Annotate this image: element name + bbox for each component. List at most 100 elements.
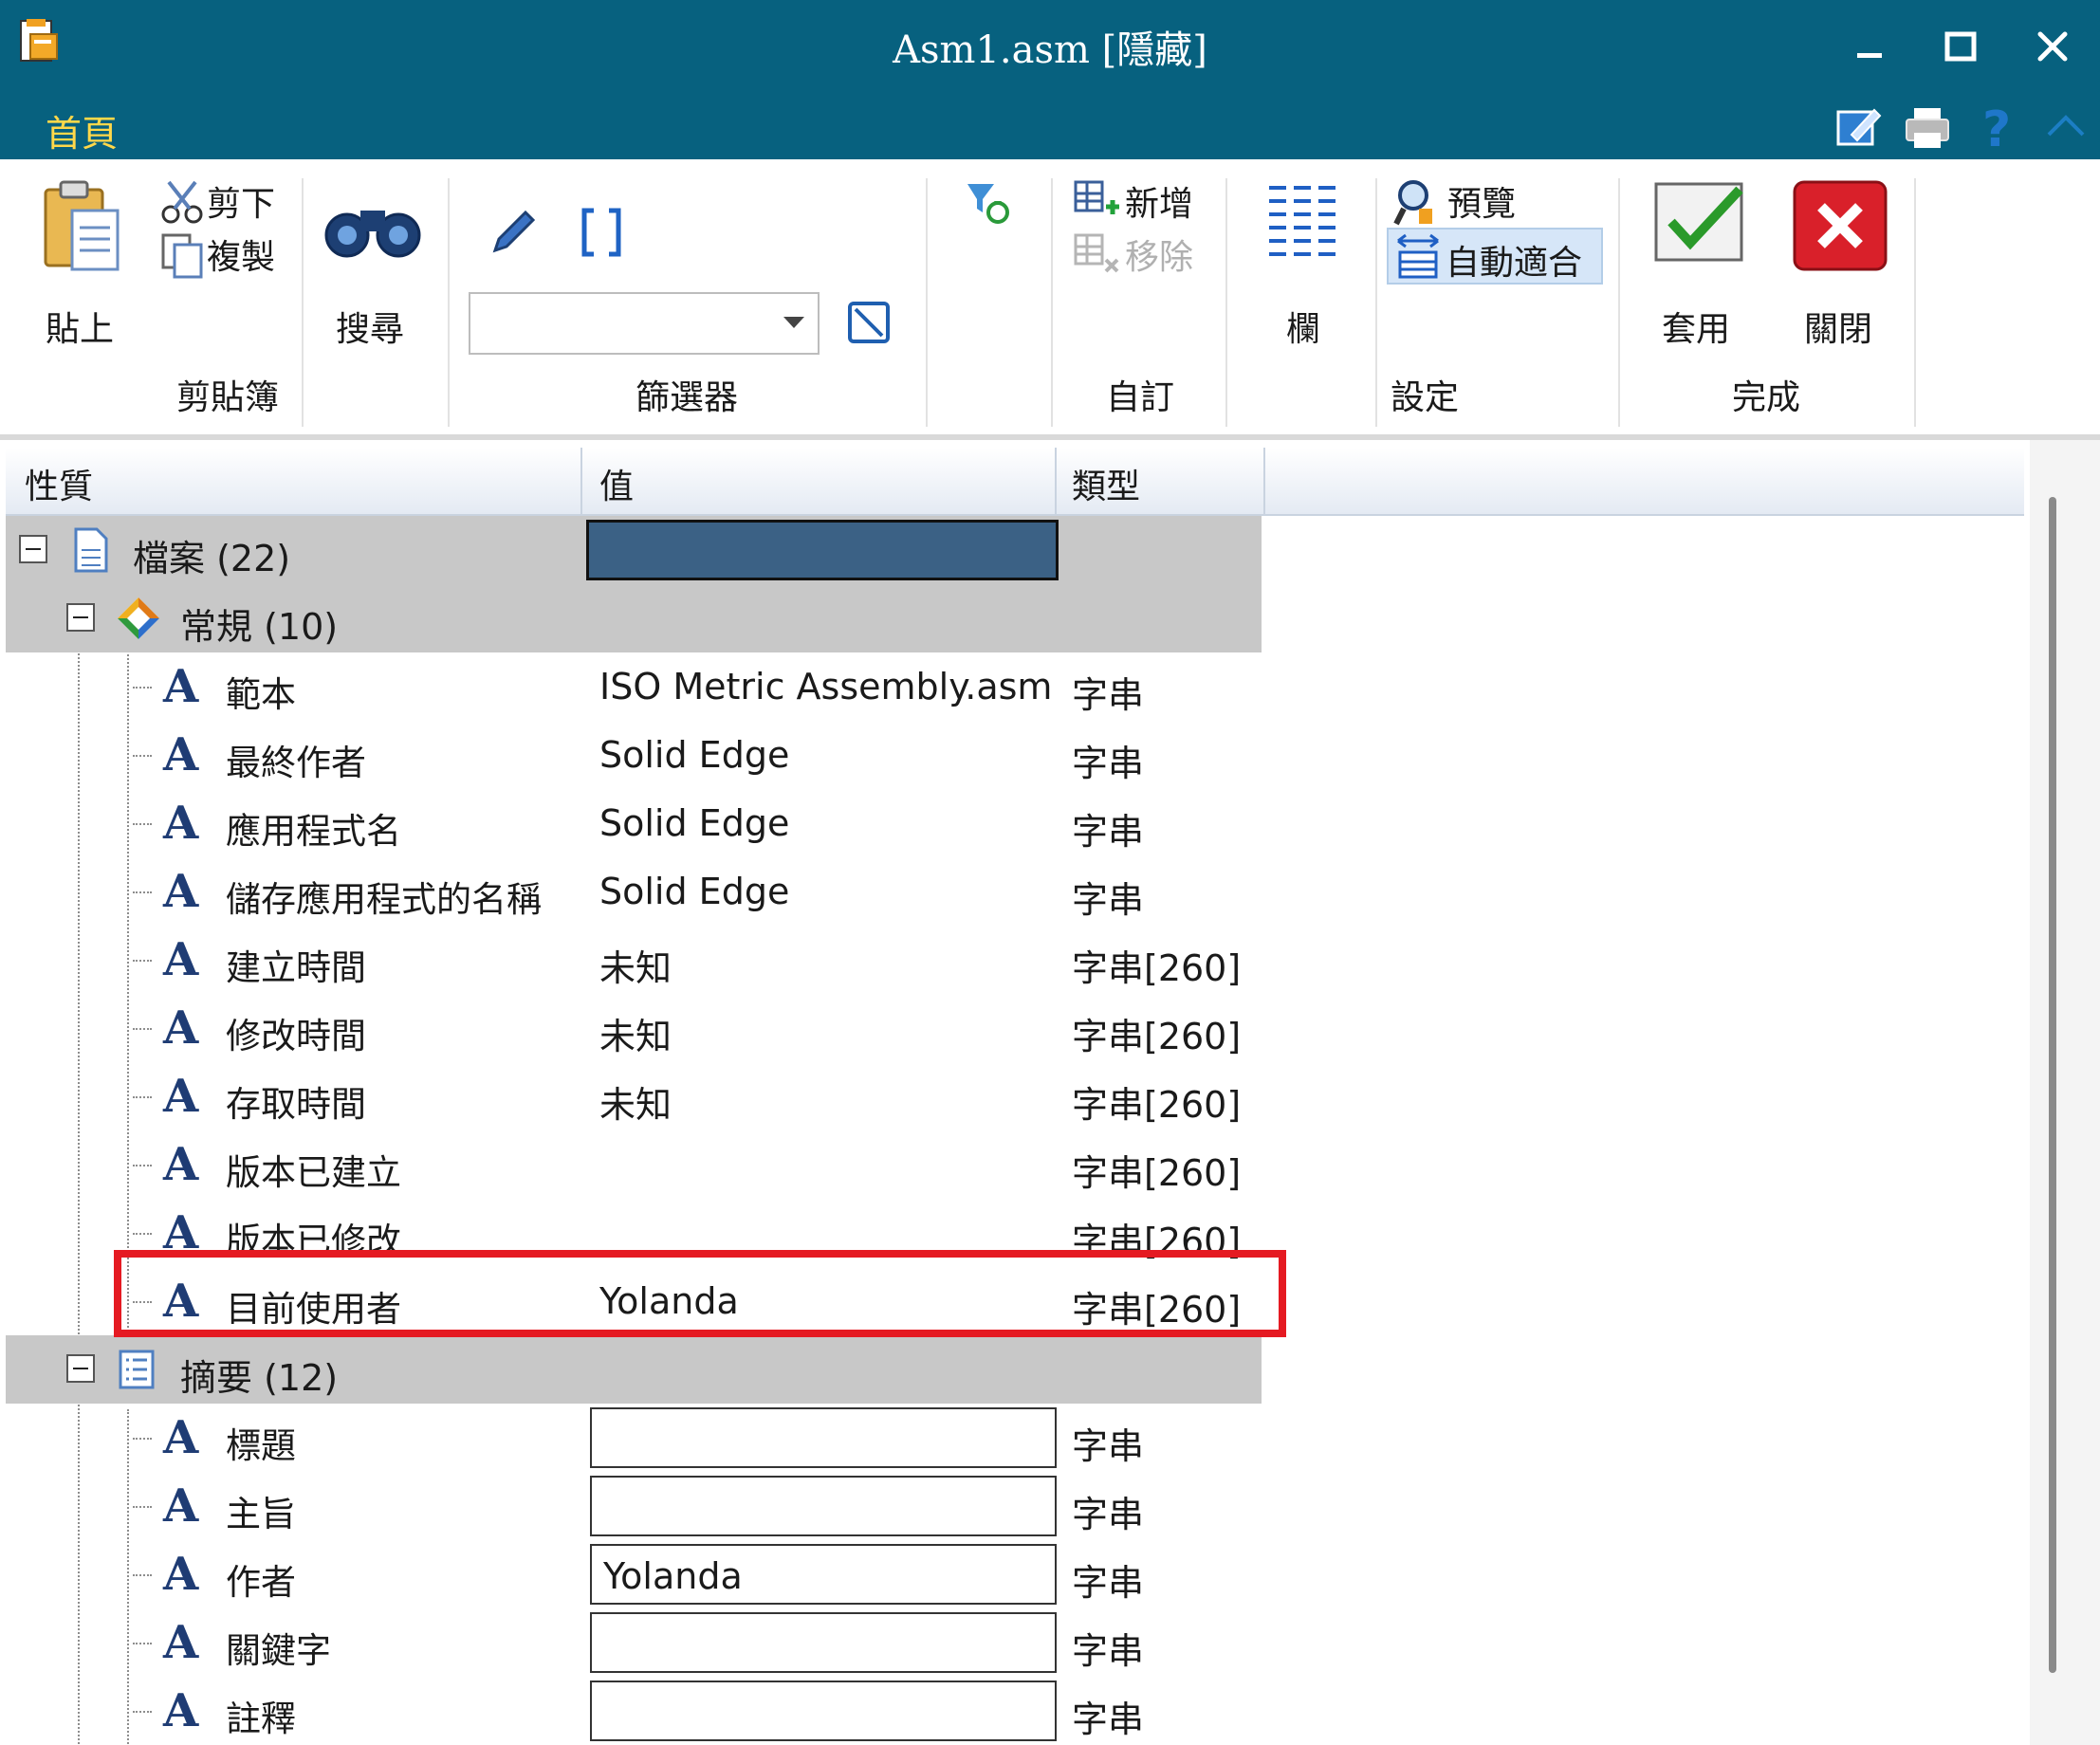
remove-column-icon[interactable]	[1072, 231, 1121, 279]
property-name: 範本	[226, 674, 296, 715]
property-value-input[interactable]	[590, 1407, 1057, 1468]
tree-connector	[133, 1574, 152, 1576]
reset-icon[interactable]	[966, 180, 1011, 228]
property-value: 未知	[599, 1016, 672, 1057]
tree-connector	[133, 1506, 152, 1508]
grid-header: 性質 值 類型	[6, 448, 2024, 516]
property-value: 未知	[599, 1084, 672, 1126]
ribbon-separator	[448, 178, 450, 427]
copy-button[interactable]: 複製	[207, 230, 275, 279]
autofit-button[interactable]: 自動適合	[1387, 228, 1603, 285]
add-column-icon[interactable]	[1072, 178, 1121, 226]
preview-button[interactable]: 預覽	[1447, 176, 1516, 226]
clear-filter-icon[interactable]	[846, 300, 892, 345]
string-type-icon: A	[163, 1616, 199, 1669]
group-row-file[interactable]: 檔案 (22)	[6, 516, 1262, 584]
preview-icon[interactable]	[1392, 176, 1444, 228]
scrollbar-thumb[interactable]	[2049, 497, 2056, 1673]
property-type: 字串[260]	[1072, 1016, 1242, 1057]
property-value: ISO Metric Assembly.asm	[599, 666, 1053, 707]
tab-home[interactable]: 首頁	[46, 104, 118, 156]
cut-button[interactable]: 剪下	[207, 176, 275, 226]
scrollbar-track[interactable]	[2030, 440, 2100, 1745]
property-name: 應用程式名	[226, 811, 401, 852]
string-type-icon: A	[163, 797, 199, 850]
property-row[interactable]: A 應用程式名 Solid Edge 字串	[6, 789, 1262, 857]
collapse-ribbon-icon[interactable]	[2041, 102, 2091, 152]
property-name: 修改時間	[226, 1016, 366, 1056]
property-row[interactable]: A 註釋 字串	[6, 1677, 1262, 1745]
filter-group-label: 篩選器	[636, 378, 739, 417]
paste-button[interactable]: 貼上	[46, 302, 114, 351]
tree-connector	[133, 960, 152, 962]
add-button[interactable]: 新增	[1125, 176, 1193, 226]
property-row[interactable]: A 範本 ISO Metric Assembly.asm 字串	[6, 652, 1262, 721]
printer-icon[interactable]	[1903, 102, 1952, 152]
close-x-icon[interactable]	[1791, 178, 1889, 273]
edit-icon[interactable]	[1834, 102, 1884, 152]
ribbon-separator	[1914, 178, 1916, 427]
property-row[interactable]: A 主旨 字串	[6, 1472, 1262, 1540]
selected-value-cell[interactable]	[586, 520, 1059, 580]
binoculars-icon[interactable]	[322, 197, 423, 260]
property-value: Solid Edge	[599, 734, 790, 776]
collapse-icon[interactable]	[66, 603, 95, 632]
string-type-icon: A	[163, 728, 199, 781]
tree-connector	[133, 755, 152, 757]
string-type-icon: A	[163, 1206, 199, 1259]
columns-icon[interactable]	[1265, 182, 1341, 264]
property-name: 儲存應用程式的名稱	[226, 879, 542, 920]
copy-icon	[161, 233, 203, 279]
group-row-summary[interactable]: 摘要 (12)	[6, 1335, 1262, 1404]
property-row[interactable]: A 儲存應用程式的名稱 Solid Edge 字串	[6, 857, 1262, 926]
property-value: Solid Edge	[599, 802, 790, 844]
property-value-input[interactable]: Yolanda	[590, 1544, 1057, 1605]
apply-button[interactable]: 套用	[1662, 302, 1730, 351]
property-type: 字串[260]	[1072, 1152, 1242, 1194]
title-bar: Asm1.asm [隱藏] 首頁 ?	[0, 0, 2100, 159]
brackets-icon[interactable]	[580, 207, 622, 258]
property-name: 註釋	[226, 1699, 296, 1739]
property-name: 存取時間	[226, 1084, 366, 1125]
property-row[interactable]: A 版本已建立 字串[260]	[6, 1130, 1262, 1199]
property-value-input[interactable]	[590, 1476, 1057, 1536]
close-icon[interactable]	[2024, 21, 2081, 74]
paste-icon[interactable]	[40, 176, 125, 275]
property-row[interactable]: A 標題 字串	[6, 1404, 1262, 1472]
close-button[interactable]: 關閉	[1804, 302, 1872, 351]
summary-list-icon	[119, 1350, 155, 1389]
properties-grid: 性質 值 類型 檔案 (22) 常規 (10) A 範本 ISO Metric …	[0, 434, 2100, 1745]
window-title: Asm1.asm [隱藏]	[893, 28, 1207, 72]
tree-connector	[133, 823, 152, 825]
property-type: 字串	[1072, 674, 1145, 716]
header-value[interactable]: 值	[599, 459, 634, 508]
group-row-general[interactable]: 常規 (10)	[6, 584, 1262, 652]
properties-window: Asm1.asm [隱藏] 首頁 ? 貼上 剪下 複製 剪貼簿 搜尋 篩選器 新…	[0, 0, 2100, 1745]
maximize-icon[interactable]	[1931, 21, 1988, 74]
svg-text:?: ?	[1982, 102, 2011, 152]
property-row[interactable]: A 關鍵字 字串	[6, 1608, 1262, 1677]
collapse-icon[interactable]	[19, 535, 47, 563]
collapse-icon[interactable]	[66, 1354, 95, 1383]
property-type: 字串	[1072, 743, 1145, 784]
property-row[interactable]: A 作者 Yolanda 字串	[6, 1540, 1262, 1608]
pencil-icon[interactable]	[488, 207, 539, 258]
property-row[interactable]: A 修改時間 未知 字串[260]	[6, 994, 1262, 1062]
header-type[interactable]: 類型	[1072, 459, 1140, 508]
property-value-input[interactable]	[590, 1681, 1057, 1741]
remove-button[interactable]: 移除	[1125, 230, 1193, 279]
columns-button[interactable]: 欄	[1286, 302, 1320, 351]
property-row[interactable]: A 最終作者 Solid Edge 字串	[6, 721, 1262, 789]
header-property[interactable]: 性質	[25, 459, 93, 508]
ribbon-separator	[1051, 178, 1053, 427]
filter-dropdown[interactable]	[469, 292, 820, 355]
apply-checkmark-icon[interactable]	[1652, 180, 1753, 266]
search-button[interactable]: 搜尋	[336, 302, 404, 351]
minimize-icon[interactable]	[1840, 21, 1897, 74]
property-type: 字串	[1072, 1425, 1145, 1467]
property-row[interactable]: A 建立時間 未知 字串[260]	[6, 926, 1262, 994]
scissors-icon	[161, 180, 203, 224]
property-row[interactable]: A 存取時間 未知 字串[260]	[6, 1062, 1262, 1130]
property-value-input[interactable]	[590, 1612, 1057, 1673]
help-icon[interactable]: ?	[1973, 102, 2022, 152]
